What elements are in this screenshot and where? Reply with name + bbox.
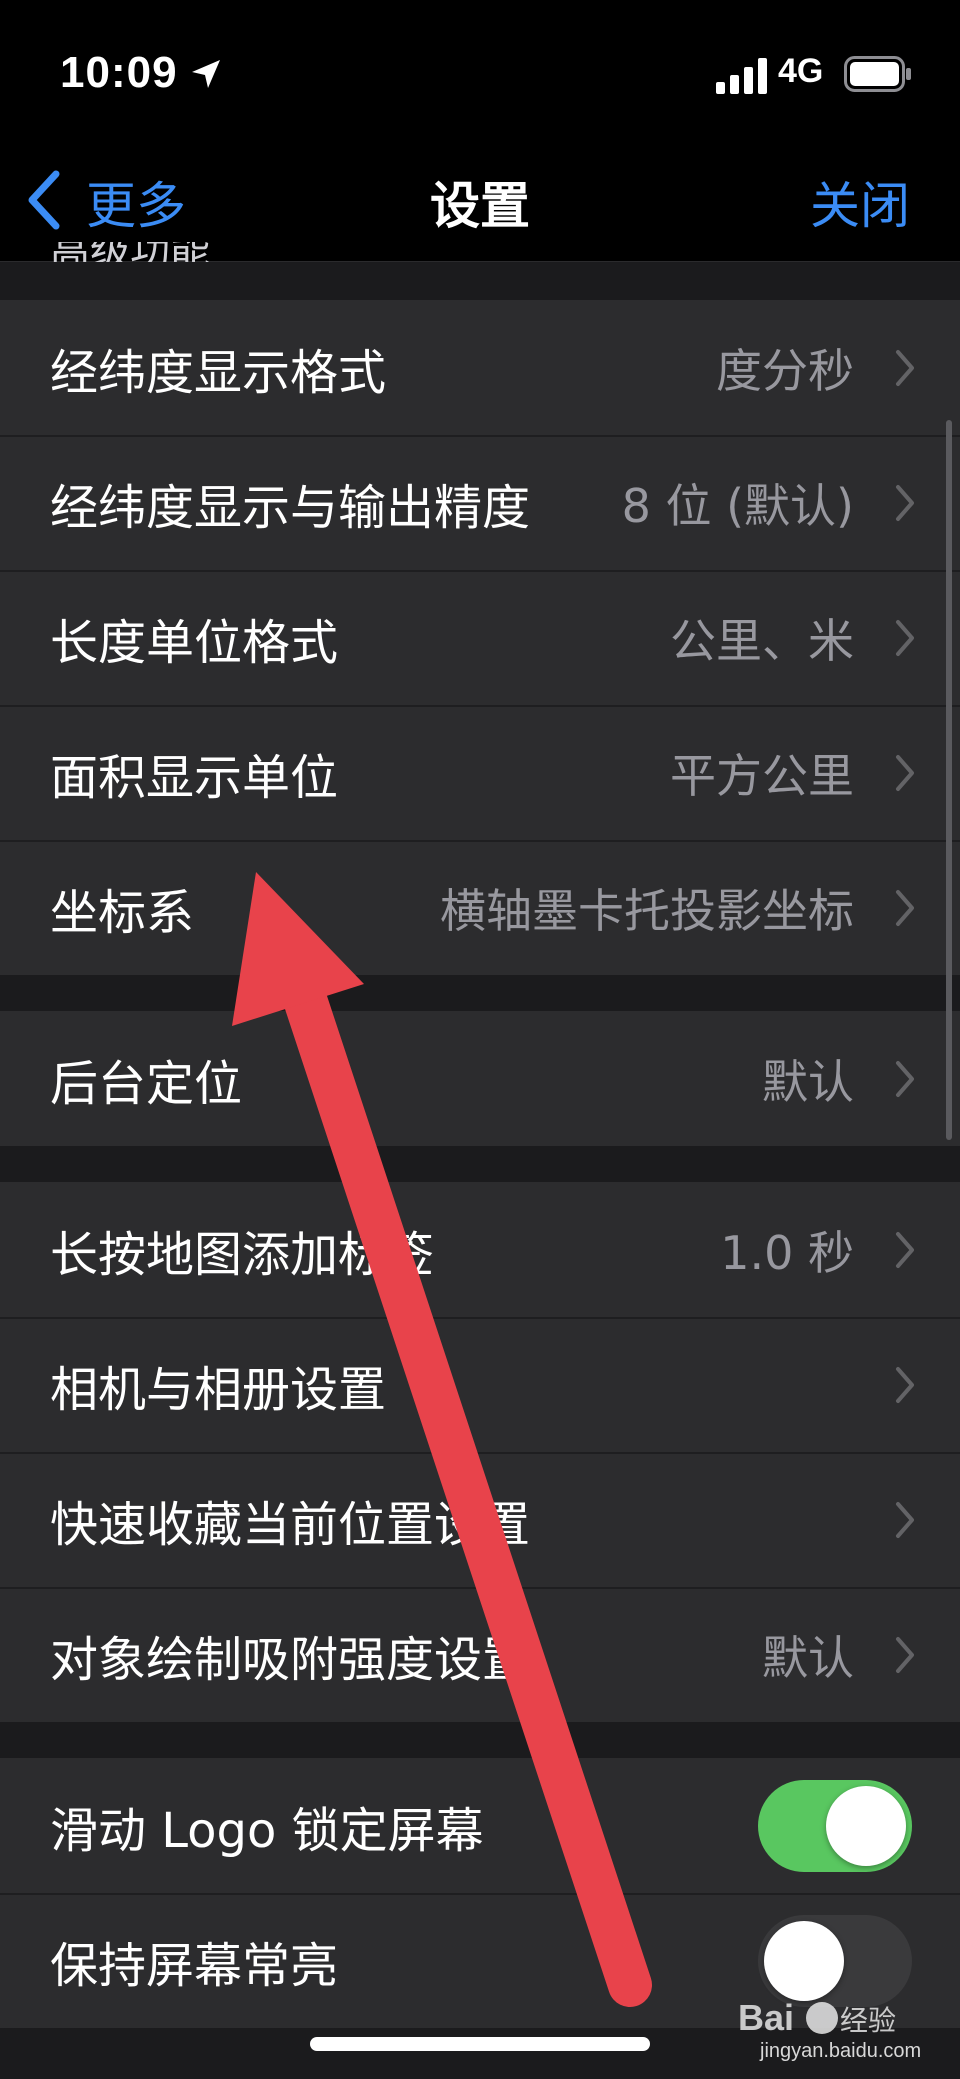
cellular-signal-icon: [716, 58, 767, 94]
setting-value: 横轴墨卡托投影坐标: [440, 883, 854, 938]
setting-row-length-unit[interactable]: 长度单位格式 公里、米: [0, 570, 960, 705]
setting-row-latlng-format[interactable]: 经纬度显示格式 度分秒: [0, 300, 960, 435]
setting-row-latlng-precision[interactable]: 经纬度显示与输出精度 8 位 (默认): [0, 435, 960, 570]
chevron-right-icon: [896, 1636, 914, 1673]
setting-label: 面积显示单位: [50, 749, 339, 806]
setting-row-camera-album[interactable]: 相机与相册设置: [0, 1317, 960, 1452]
setting-label: 经纬度显示格式: [50, 344, 387, 401]
toggle-knob: [826, 1785, 906, 1866]
setting-row-quick-favorite[interactable]: 快速收藏当前位置设置: [0, 1452, 960, 1587]
setting-label: 相机与相册设置: [50, 1361, 387, 1418]
settings-group-format: 经纬度显示格式 度分秒 经纬度显示与输出精度 8 位 (默认) 长度单位格式 公…: [0, 300, 960, 975]
setting-row-background-location[interactable]: 后台定位 默认: [0, 1011, 960, 1146]
setting-row-area-unit[interactable]: 面积显示单位 平方公里: [0, 705, 960, 840]
chevron-right-icon: [896, 1060, 914, 1097]
location-arrow-icon: [192, 60, 220, 88]
setting-row-swipe-logo-lock: 滑动 Logo 锁定屏幕: [0, 1758, 960, 1893]
setting-value: 8 位 (默认): [621, 478, 854, 533]
group-separator: [0, 262, 960, 300]
group-separator: [0, 1722, 960, 1758]
chevron-right-icon: [896, 1366, 914, 1403]
setting-value: 度分秒: [716, 343, 854, 398]
setting-value: 1.0 秒: [720, 1225, 854, 1280]
settings-group-interaction: 长按地图添加标签 1.0 秒 相机与相册设置 快速收藏当前位置设置 对象绘制吸附…: [0, 1182, 960, 1722]
setting-value: 平方公里: [670, 748, 854, 803]
svg-text:Bai: Bai: [738, 1997, 794, 2038]
chevron-right-icon: [896, 484, 914, 521]
swipe-logo-lock-toggle[interactable]: [758, 1779, 912, 1872]
svg-text:经验: 经验: [840, 2004, 896, 2037]
settings-group-location: 后台定位 默认: [0, 1011, 960, 1146]
chevron-right-icon: [896, 1501, 914, 1538]
setting-label: 后台定位: [50, 1055, 243, 1112]
close-button[interactable]: 关闭: [810, 166, 910, 238]
setting-row-coordinate-system[interactable]: 坐标系 横轴墨卡托投影坐标: [0, 840, 960, 975]
setting-value: 默认: [762, 1630, 854, 1685]
navigation-bar: 更多 设置 关闭 高级功能: [0, 150, 960, 262]
setting-label: 滑动 Logo 锁定屏幕: [50, 1802, 484, 1859]
setting-value: 公里、米: [670, 613, 854, 668]
home-indicator[interactable]: [310, 2037, 650, 2051]
setting-row-snap-strength[interactable]: 对象绘制吸附强度设置 默认: [0, 1587, 960, 1722]
chevron-right-icon: [896, 1231, 914, 1268]
setting-label: 对象绘制吸附强度设置: [50, 1631, 531, 1688]
setting-label: 长按地图添加标签: [50, 1226, 435, 1283]
status-time: 10:09: [60, 48, 178, 97]
setting-label: 保持屏幕常亮: [50, 1937, 339, 1994]
settings-list: 经纬度显示格式 度分秒 经纬度显示与输出精度 8 位 (默认) 长度单位格式 公…: [0, 262, 960, 2028]
group-separator: [0, 975, 960, 1011]
setting-label: 长度单位格式: [50, 614, 339, 671]
setting-label: 经纬度显示与输出精度: [50, 479, 531, 536]
scrolled-section-header: 高级功能: [50, 242, 210, 262]
setting-label: 快速收藏当前位置设置: [50, 1496, 531, 1553]
setting-value: 默认: [762, 1054, 854, 1109]
group-separator: [0, 1146, 960, 1182]
chevron-right-icon: [896, 619, 914, 656]
chevron-right-icon: [896, 754, 914, 791]
setting-label: 坐标系: [50, 884, 195, 941]
network-type: 4G: [778, 52, 824, 90]
chevron-right-icon: [896, 349, 914, 386]
scroll-indicator: [946, 420, 952, 1140]
status-bar: 10:09 4G: [0, 0, 960, 150]
chevron-right-icon: [896, 889, 914, 926]
setting-row-long-press-label[interactable]: 长按地图添加标签 1.0 秒: [0, 1182, 960, 1317]
watermark-url: jingyan.baidu.com: [760, 2040, 922, 2062]
battery-icon: [844, 56, 911, 92]
